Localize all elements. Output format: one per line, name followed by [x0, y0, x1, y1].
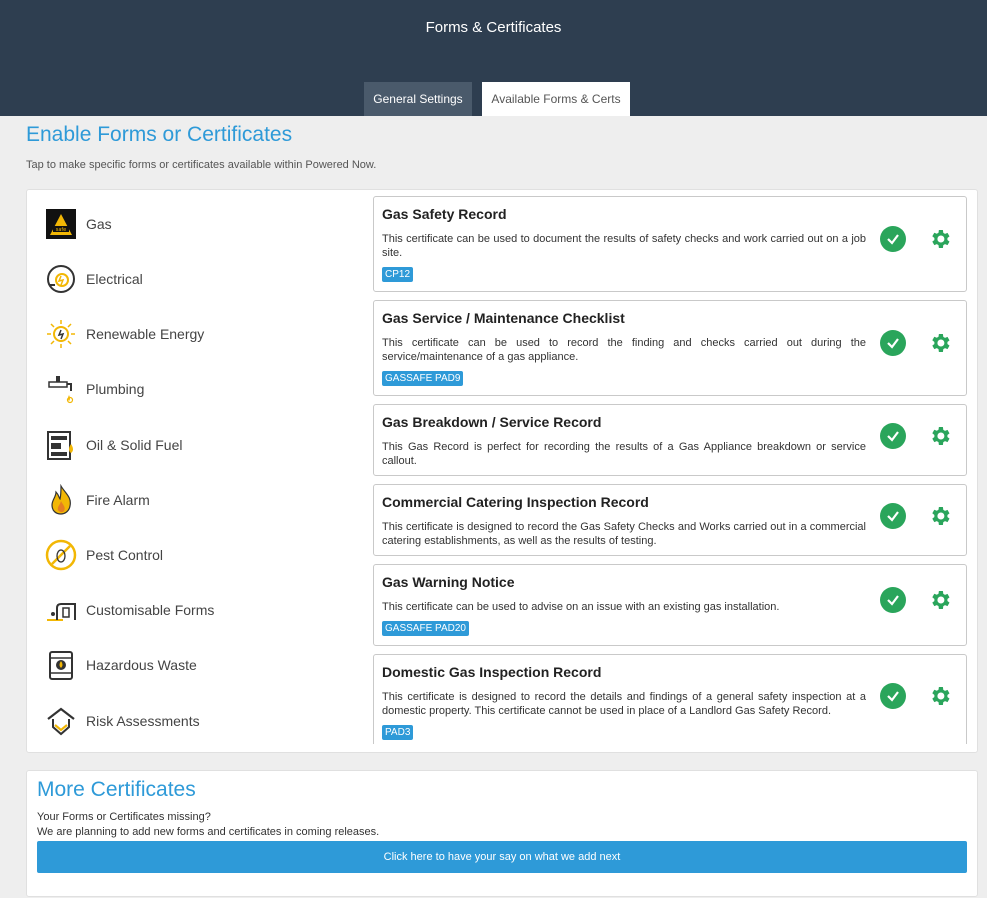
gear-icon — [932, 230, 950, 248]
category-fire-alarm[interactable]: Fire Alarm — [45, 480, 365, 520]
gear-icon — [932, 507, 950, 525]
certificate-list: Gas Safety Record This certificate can b… — [373, 196, 969, 744]
gear-icon — [932, 687, 950, 705]
category-plumbing[interactable]: Plumbing — [45, 369, 365, 409]
feedback-button[interactable]: Click here to have your say on what we a… — [37, 841, 967, 873]
certificate-card-domestic-gas-inspection[interactable]: Domestic Gas Inspection Record This cert… — [373, 654, 967, 744]
more-certificates-title: More Certificates — [37, 778, 196, 801]
certificate-card-gas-breakdown-record[interactable]: Gas Breakdown / Service Record This Gas … — [373, 404, 967, 476]
check-icon — [887, 595, 899, 606]
settings-gear-button[interactable] — [927, 503, 953, 529]
settings-gear-button[interactable] — [927, 423, 953, 449]
certificate-tag: GASSAFE PAD20 — [382, 621, 469, 636]
certificate-description: This certificate can be used to advise o… — [382, 601, 780, 613]
more-certificates-panel: More Certificates Your Forms or Certific… — [26, 770, 978, 897]
forms-panel: safe Gas Electrical Renewable Energy Plu… — [26, 189, 978, 753]
certificate-title: Gas Service / Maintenance Checklist — [382, 310, 625, 326]
tab-available-forms[interactable]: Available Forms & Certs — [482, 82, 630, 116]
category-label: Renewable Energy — [86, 326, 205, 342]
certificate-title: Gas Breakdown / Service Record — [382, 414, 602, 430]
certificate-description: This Gas Record is perfect for recording… — [382, 441, 866, 467]
category-label: Electrical — [86, 271, 143, 287]
certificate-tag: CP12 — [382, 267, 414, 282]
gas-safe-icon: safe — [45, 208, 77, 240]
check-icon — [887, 234, 899, 245]
svg-text:safe: safe — [56, 227, 67, 233]
category-label: Gas — [86, 216, 112, 232]
settings-gear-button[interactable] — [927, 587, 953, 613]
tab-general-settings[interactable]: General Settings — [364, 82, 472, 116]
certificate-card-gas-service-checklist[interactable]: Gas Service / Maintenance Checklist This… — [373, 300, 967, 396]
category-renewable-energy[interactable]: Renewable Energy — [45, 314, 365, 354]
enabled-check-button[interactable] — [880, 503, 906, 529]
certificate-title: Gas Warning Notice — [382, 574, 515, 590]
category-hazardous-waste[interactable]: Hazardous Waste — [45, 645, 365, 685]
section-title: Enable Forms or Certificates — [26, 123, 293, 146]
category-label: Hazardous Waste — [86, 657, 197, 673]
flame-icon — [45, 484, 77, 516]
certificate-tag: PAD3 — [382, 725, 414, 740]
check-icon — [887, 691, 899, 702]
check-icon — [887, 338, 899, 349]
section-subtitle: Tap to make specific forms or certificat… — [26, 159, 377, 171]
certificate-card-gas-warning-notice[interactable]: Gas Warning Notice This certificate can … — [373, 564, 967, 646]
settings-gear-button[interactable] — [927, 330, 953, 356]
certificate-card-commercial-catering[interactable]: Commercial Catering Inspection Record Th… — [373, 484, 967, 556]
tap-icon — [45, 373, 77, 405]
category-list: safe Gas Electrical Renewable Energy Plu… — [27, 190, 367, 750]
enabled-check-button[interactable] — [880, 226, 906, 252]
certificate-description: This certificate can be used to document… — [382, 233, 866, 259]
more-missing-text: Your Forms or Certificates missing? — [37, 811, 211, 823]
check-icon — [887, 431, 899, 442]
category-risk-assessments[interactable]: Risk Assessments — [45, 701, 365, 741]
category-pest-control[interactable]: Pest Control — [45, 535, 365, 575]
header-bar: Forms & Certificates General Settings Av… — [0, 0, 987, 116]
custom-form-icon — [45, 594, 77, 626]
category-label: Plumbing — [86, 381, 145, 397]
enabled-check-button[interactable] — [880, 330, 906, 356]
certificate-description: This certificate can be used to record t… — [382, 337, 866, 363]
settings-gear-button[interactable] — [927, 226, 953, 252]
certificate-description: This certificate is designed to record t… — [382, 521, 866, 547]
page-title: Forms & Certificates — [425, 19, 562, 36]
category-electrical[interactable]: Electrical — [45, 259, 365, 299]
category-oil-solid-fuel[interactable]: Oil & Solid Fuel — [45, 425, 365, 465]
category-label: Oil & Solid Fuel — [86, 437, 183, 453]
category-label: Pest Control — [86, 547, 164, 563]
gear-icon — [932, 591, 950, 609]
enabled-check-button[interactable] — [880, 587, 906, 613]
house-shield-icon — [45, 705, 77, 737]
category-customisable-forms[interactable]: Customisable Forms — [45, 590, 365, 630]
no-pest-icon — [45, 539, 77, 571]
certificate-title: Domestic Gas Inspection Record — [382, 664, 602, 680]
gear-icon — [932, 334, 950, 352]
category-label: Risk Assessments — [86, 713, 200, 729]
category-gas[interactable]: safe Gas — [45, 204, 365, 244]
certificate-title: Commercial Catering Inspection Record — [382, 494, 649, 510]
hazard-barrel-icon — [45, 649, 77, 681]
enabled-check-button[interactable] — [880, 683, 906, 709]
gear-icon — [932, 427, 950, 445]
check-icon — [887, 511, 899, 522]
certificate-tag: GASSAFE PAD9 — [382, 371, 464, 386]
more-planning-text: We are planning to add new forms and cer… — [37, 826, 380, 838]
oil-tank-icon — [45, 429, 77, 461]
certificate-title: Gas Safety Record — [382, 206, 507, 222]
category-label: Fire Alarm — [86, 492, 150, 508]
solar-icon — [45, 318, 77, 350]
certificate-card-gas-safety-record[interactable]: Gas Safety Record This certificate can b… — [373, 196, 967, 292]
electrical-plug-icon — [45, 263, 77, 295]
settings-gear-button[interactable] — [927, 683, 953, 709]
category-label: Customisable Forms — [86, 602, 215, 618]
certificate-description: This certificate is designed to record t… — [382, 691, 866, 717]
enabled-check-button[interactable] — [880, 423, 906, 449]
